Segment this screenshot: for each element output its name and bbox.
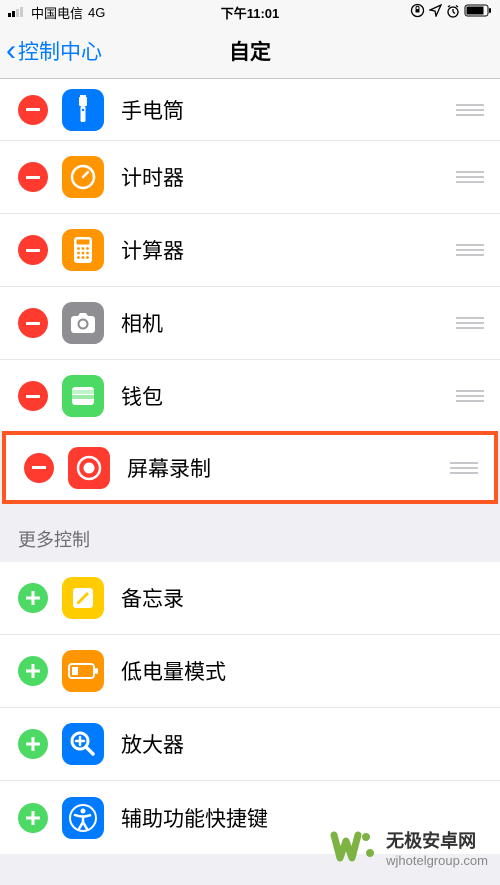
- list-item-camera: 相机: [0, 287, 500, 360]
- lock-rotation-icon: [410, 3, 425, 21]
- drag-handle-icon[interactable]: [456, 244, 484, 256]
- battery-icon: [464, 4, 492, 20]
- carrier-label: 中国电信: [31, 3, 83, 22]
- navigation-bar: ‹ 控制中心 自定: [0, 24, 500, 79]
- network-label: 4G: [88, 5, 105, 20]
- list-item-notes: 备忘录: [0, 562, 500, 635]
- status-bar: 中国电信 4G 下午11:01: [0, 0, 500, 24]
- timer-icon: [62, 156, 104, 198]
- watermark: 无极安卓网 wjhotelgroup.com: [330, 823, 488, 871]
- section-header-more: 更多控制: [0, 502, 500, 562]
- row-label: 计时器: [121, 162, 456, 192]
- camera-icon: [62, 302, 104, 344]
- drag-handle-icon[interactable]: [456, 171, 484, 183]
- remove-button[interactable]: [18, 308, 48, 338]
- row-label: 计算器: [121, 235, 456, 265]
- remove-button[interactable]: [24, 453, 54, 483]
- watermark-title: 无极安卓网: [386, 827, 488, 853]
- add-button[interactable]: [18, 729, 48, 759]
- record-icon: [68, 447, 110, 489]
- row-label: 相机: [121, 308, 456, 338]
- flashlight-icon: [62, 89, 104, 131]
- row-label: 放大器: [121, 729, 484, 759]
- notes-icon: [62, 577, 104, 619]
- remove-button[interactable]: [18, 235, 48, 265]
- watermark-logo-icon: [330, 823, 378, 871]
- drag-handle-icon[interactable]: [456, 317, 484, 329]
- accessibility-icon: [62, 797, 104, 839]
- add-button[interactable]: [18, 803, 48, 833]
- low-battery-icon: [62, 650, 104, 692]
- location-icon: [429, 4, 442, 20]
- drag-handle-icon[interactable]: [456, 390, 484, 402]
- status-time: 下午11:01: [221, 3, 280, 22]
- drag-handle-icon[interactable]: [450, 462, 478, 474]
- included-controls-list: 手电筒 计时器 计算器 相机 钱包 屏幕录制: [0, 79, 500, 504]
- remove-button[interactable]: [18, 95, 48, 125]
- list-item-wallet: 钱包: [0, 360, 500, 433]
- wallet-icon: [62, 375, 104, 417]
- back-button[interactable]: ‹ 控制中心: [0, 34, 102, 68]
- list-item-low-power: 低电量模式: [0, 635, 500, 708]
- magnifier-icon: [62, 723, 104, 765]
- row-label: 屏幕录制: [127, 453, 450, 483]
- remove-button[interactable]: [18, 162, 48, 192]
- list-item-flashlight: 手电筒: [0, 79, 500, 141]
- row-label: 手电筒: [121, 95, 456, 125]
- add-button[interactable]: [18, 656, 48, 686]
- list-item-calculator: 计算器: [0, 214, 500, 287]
- back-label: 控制中心: [18, 36, 102, 66]
- alarm-icon: [446, 4, 460, 21]
- drag-handle-icon[interactable]: [456, 104, 484, 116]
- page-title: 自定: [229, 36, 271, 66]
- list-item-screen-recording: 屏幕录制: [2, 431, 498, 504]
- signal-icon: [8, 5, 26, 20]
- more-controls-list: 备忘录 低电量模式 放大器 辅助功能快捷键: [0, 562, 500, 854]
- row-label: 钱包: [121, 381, 456, 411]
- calculator-icon: [62, 229, 104, 271]
- list-item-magnifier: 放大器: [0, 708, 500, 781]
- row-label: 备忘录: [121, 583, 484, 613]
- row-label: 低电量模式: [121, 656, 484, 686]
- remove-button[interactable]: [18, 381, 48, 411]
- watermark-url: wjhotelgroup.com: [386, 853, 488, 868]
- list-item-timer: 计时器: [0, 141, 500, 214]
- add-button[interactable]: [18, 583, 48, 613]
- chevron-left-icon: ‹: [6, 34, 16, 68]
